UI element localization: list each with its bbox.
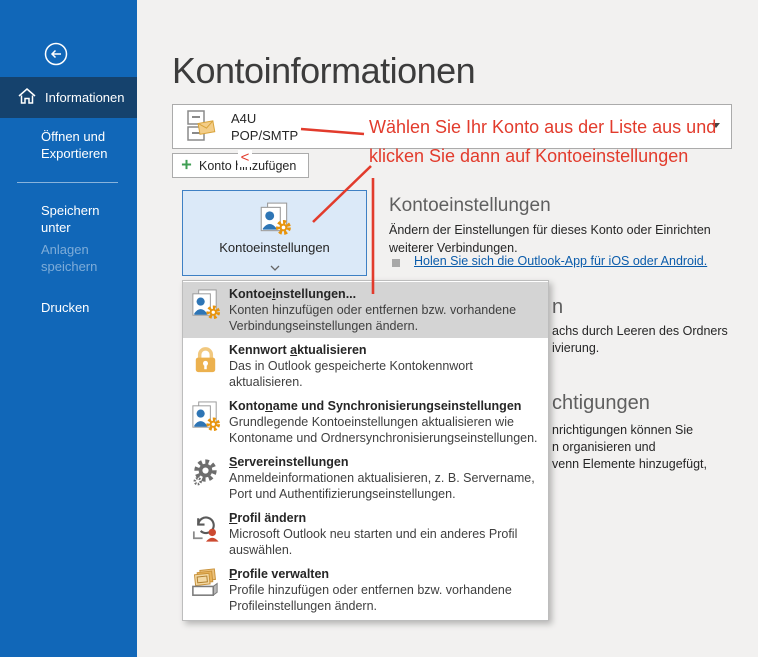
server-gear-icon [189, 455, 229, 502]
menu-item-kennwort-aktualisieren[interactable]: Kennwort aktualisieren Das in Outlook ges… [183, 338, 548, 394]
menu-item-description: Profile hinzufügen oder entfernen bzw. v… [229, 583, 540, 614]
menu-item-description: Das in Outlook gespeicherte Kontokennwor… [229, 359, 540, 390]
outlook-app-link[interactable]: Holen Sie sich die Outlook-App für iOS o… [414, 254, 707, 268]
outlook-backstage: Informationen Öffnen und Exportieren Spe… [0, 0, 758, 657]
backstage-sidebar: Informationen Öffnen und Exportieren Spe… [0, 0, 137, 657]
sidebar-divider [17, 182, 118, 183]
annotation-text-line2: klicken Sie dann auf Kontoeinstellungen [369, 146, 688, 167]
menu-item-description: Anmeldeinformationen aktualisieren, z. B… [229, 471, 540, 502]
menu-item-kontoeinstellungen[interactable]: Kontoeinstellungen... Konten hinzufügen o… [183, 282, 548, 338]
plus-icon [181, 159, 192, 173]
sidebar-item-label: Informationen [45, 90, 125, 105]
menu-item-title: Profil ändern [229, 511, 540, 525]
menu-item-text: Profil ändern Microsoft Outlook neu start… [229, 511, 540, 558]
bg-fragment-text-3: nrichtigungen können Sie [552, 423, 693, 437]
bg-fragment-heading-2: chtigungen [552, 392, 650, 415]
menu-item-title: Kennwort aktualisieren [229, 343, 540, 357]
menu-item-servereinstellungen[interactable]: Servereinstellungen Anmeldeinformationen … [183, 450, 548, 506]
account-name: A4U [231, 110, 298, 127]
menu-item-title: Servereinstellungen [229, 455, 540, 469]
annotation-arrowhead: < [238, 150, 252, 167]
square-bullet-icon [392, 259, 400, 267]
annotation-text-line1: Wählen Sie Ihr Konto aus der Liste aus u… [369, 117, 716, 138]
selected-account: A4U POP/SMTP [231, 110, 298, 144]
chevron-down-icon [270, 258, 280, 264]
bg-fragment-text-1: achs durch Leeren des Ordners [552, 324, 728, 338]
menu-item-profile-verwalten[interactable]: Profile verwalten Profile hinzufügen oder… [183, 562, 548, 618]
back-button[interactable] [44, 42, 68, 66]
refresh-profile-icon [189, 511, 229, 558]
profiles-drawer-icon [189, 567, 229, 614]
section-description: Ändern der Einstellungen für dieses Kont… [389, 222, 745, 257]
menu-item-title: Kontoeinstellungen... [229, 287, 540, 301]
bg-fragment-text-5: venn Elemente hinzugefügt, [552, 457, 707, 471]
sidebar-item-oeffnen-und-exportieren[interactable]: Öffnen und Exportieren [41, 128, 125, 162]
lock-icon [189, 343, 229, 390]
sidebar-item-anlagen-speichern: Anlagen speichern [41, 241, 117, 275]
menu-item-title: Profile verwalten [229, 567, 540, 581]
menu-item-description: Konten hinzufügen oder entfernen bzw. vo… [229, 303, 540, 334]
bg-fragment-text-4: n organisieren und [552, 440, 656, 454]
account-type: POP/SMTP [231, 127, 298, 144]
menu-item-text: Kontoeinstellungen... Konten hinzufügen o… [229, 287, 540, 334]
account-settings-button[interactable]: Kontoeinstellungen [182, 190, 367, 276]
account-settings-icon [189, 399, 229, 446]
menu-item-description: Grundlegende Kontoeinstellungen aktualis… [229, 415, 540, 446]
sidebar-item-speichern-unter[interactable]: Speichern unter [41, 202, 125, 236]
menu-item-kontoname-und-synchronisierungseinstellungen[interactable]: Kontoname und Synchronisierungseinstellu… [183, 394, 548, 450]
sidebar-item-informationen[interactable]: Informationen [0, 77, 137, 118]
menu-item-profil-aendern[interactable]: Profil ändern Microsoft Outlook neu start… [183, 506, 548, 562]
page-title: Kontoinformationen [172, 50, 475, 92]
menu-item-text: Kontoname und Synchronisierungseinstellu… [229, 399, 540, 446]
bg-fragment-heading-1: n [552, 296, 563, 319]
sidebar-item-drucken[interactable]: Drucken [41, 299, 125, 316]
account-settings-label: Kontoeinstellungen [183, 240, 366, 255]
section-heading-kontoeinstellungen: Kontoeinstellungen [389, 195, 551, 217]
account-settings-icon [189, 287, 229, 334]
menu-item-text: Kennwort aktualisieren Das in Outlook ges… [229, 343, 540, 390]
menu-item-title: Kontoname und Synchronisierungseinstellu… [229, 399, 540, 413]
home-icon [18, 88, 36, 107]
bg-fragment-text-2: ivierung. [552, 341, 599, 355]
account-list-icon [181, 108, 219, 146]
menu-item-description: Microsoft Outlook neu starten und ein an… [229, 527, 540, 558]
menu-item-text: Servereinstellungen Anmeldeinformationen … [229, 455, 540, 502]
back-icon [44, 53, 68, 70]
menu-item-text: Profile verwalten Profile hinzufügen oder… [229, 567, 540, 614]
account-settings-menu: Kontoeinstellungen... Konten hinzufügen o… [182, 280, 549, 621]
account-settings-icon [257, 201, 293, 237]
